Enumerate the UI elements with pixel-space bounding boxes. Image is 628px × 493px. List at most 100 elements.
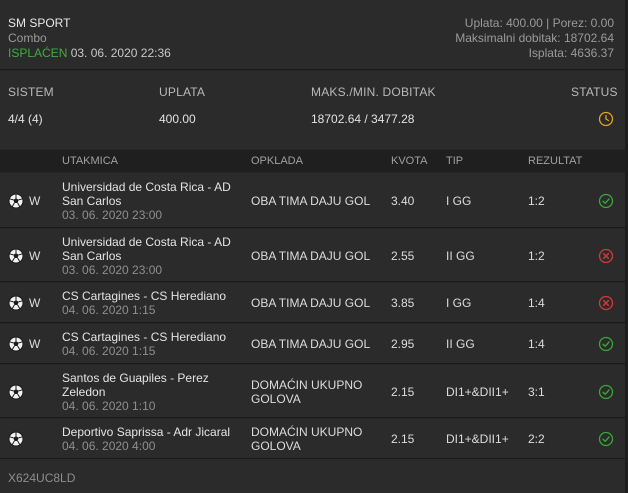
result-value: 1:4 [528, 337, 545, 351]
status-label: STATUS [571, 85, 618, 99]
win-value: 18702.64 / 3477.28 [311, 112, 415, 126]
ticket-summary: SISTEM UPLATA MAKS./MIN. DOBITAK STATUS … [0, 71, 628, 149]
check-circle-icon [598, 336, 614, 352]
match-row: W Universidad de Costa Rica - AD San Carlo… [0, 173, 628, 228]
match-cell: Universidad de Costa Rica - AD San Carlos… [62, 235, 242, 277]
ticket-datetime: 03. 06. 2020 22:36 [70, 46, 171, 60]
match-row: Deportivo Saprissa - Adr Jicaral 04. 06. … [0, 419, 628, 459]
match-cell: Deportivo Saprissa - Adr Jicaral 04. 06. … [62, 425, 242, 453]
soccer-ball-icon [8, 336, 24, 352]
ticket-header: SM SPORT Combo ISPLAĆEN 03. 06. 2020 22:… [0, 0, 628, 70]
tip-value: I GG [446, 193, 472, 208]
match-name-line2: San Carlos [62, 193, 122, 208]
odds-value: 3.40 [391, 193, 415, 208]
odds-value: 2.15 [391, 432, 415, 446]
soccer-ball-icon [8, 431, 24, 447]
match-row: W CS Cartagines - CS Herediano 04. 06. 202… [0, 283, 628, 323]
result-value: 1:2 [528, 193, 545, 208]
check-circle-icon [598, 384, 614, 400]
stake-tax-line: Uplata: 400.00 | Porez: 0.00 [464, 16, 614, 30]
match-cell: CS Cartagines - CS Herediano 04. 06. 2020… [62, 330, 242, 358]
x-circle-icon [598, 295, 614, 311]
col-result: REZULTAT [528, 155, 583, 167]
col-match: UTAKMICA [62, 155, 119, 167]
system-label: SISTEM [8, 85, 54, 99]
bet-cell: OBA TIMA DAJU GOL [251, 194, 370, 208]
match-date: 03. 06. 2020 23:00 [62, 207, 163, 222]
match-cell: CS Cartagines - CS Herediano 04. 06. 2020… [62, 289, 242, 317]
soccer-ball-icon [8, 193, 24, 209]
check-circle-icon [598, 193, 614, 209]
bet-line1: DOMAĆIN UKUPNO [251, 425, 363, 439]
system-value: 4/4 (4) [8, 112, 43, 126]
match-name-line1: Santos de Guapiles - Perez [62, 370, 209, 385]
w-flag: W [29, 337, 41, 351]
stake-label: UPLATA [159, 85, 206, 99]
bet-line1: OBA TIMA DAJU GOL [251, 193, 371, 208]
payout-line: Isplata: 4636.37 [528, 46, 614, 60]
odds-value: 2.55 [391, 248, 415, 263]
bet-line1: OBA TIMA DAJU GOL [251, 337, 371, 351]
col-odds: KVOTA [391, 155, 428, 167]
table-header: UTAKMICA OPKLADA KVOTA TIP REZULTAT [0, 150, 628, 172]
col-bet: OPKLADA [251, 155, 303, 167]
ticket-footer: X624UC8LD [0, 459, 628, 493]
match-date: 04. 06. 2020 1:15 [62, 344, 156, 358]
match-name-line2: Zeledon [62, 384, 106, 399]
bet-line1: DOMAĆIN UKUPNO [251, 377, 363, 392]
bet-line2: GOLOVA [251, 391, 301, 406]
match-date: 04. 06. 2020 1:15 [62, 303, 156, 317]
match-name-line1: Universidad de Costa Rica - AD [62, 179, 231, 194]
col-tip: TIP [446, 155, 464, 167]
match-row: W CS Cartagines - CS Herediano 04. 06. 202… [0, 324, 628, 364]
soccer-ball-icon [8, 384, 24, 400]
w-flag: W [29, 296, 41, 310]
match-cell: Santos de Guapiles - Perez Zeledon 04. 06.… [62, 371, 242, 413]
bet-cell: OBA TIMA DAJU GOL [251, 296, 370, 310]
match-date: 03. 06. 2020 23:00 [62, 262, 163, 277]
max-win-line: Maksimalni dobitak: 18702.64 [455, 31, 614, 45]
ticket-type: Combo [8, 31, 47, 45]
w-flag: W [29, 193, 41, 208]
bet-cell: DOMAĆIN UKUPNO GOLOVA [251, 425, 362, 453]
win-label: MAKS./MIN. DOBITAK [311, 85, 436, 99]
ticket-code: X624UC8LD [8, 471, 76, 485]
tip-value: II GG [446, 248, 475, 263]
match-date: 04. 06. 2020 1:10 [62, 398, 156, 413]
match-row: Santos de Guapiles - Perez Zeledon 04. 06.… [0, 365, 628, 418]
paid-status: ISPLAĆEN [8, 46, 68, 60]
result-value: 2:2 [528, 432, 545, 446]
result-value: 1:4 [528, 296, 545, 310]
match-name-line1: Universidad de Costa Rica - AD [62, 234, 231, 249]
bet-line1: OBA TIMA DAJU GOL [251, 296, 371, 310]
odds-value: 2.15 [391, 384, 415, 399]
w-flag: W [29, 248, 41, 263]
bet-cell: DOMAĆIN UKUPNO GOLOVA [251, 378, 362, 406]
match-cell: Universidad de Costa Rica - AD San Carlos… [62, 180, 242, 222]
tip-value: DI1+&DII1+ [446, 432, 509, 446]
bet-cell: OBA TIMA DAJU GOL [251, 249, 370, 263]
clock-icon [598, 111, 614, 127]
tip-value: II GG [446, 337, 475, 351]
result-value: 1:2 [528, 248, 545, 263]
match-name-line1: CS Cartagines - CS Herediano [62, 289, 227, 303]
bet-line2: GOLOVA [251, 439, 301, 453]
stake-value: 400.00 [159, 112, 196, 126]
match-date: 04. 06. 2020 4:00 [62, 439, 156, 453]
sport-title: SM SPORT [8, 16, 71, 30]
odds-value: 2.95 [391, 337, 415, 351]
bet-line1: OBA TIMA DAJU GOL [251, 248, 371, 263]
match-name-line2: San Carlos [62, 248, 122, 263]
odds-value: 3.85 [391, 296, 415, 310]
check-circle-icon [598, 431, 614, 447]
tip-value: DI1+&DII1+ [446, 384, 509, 399]
tip-value: I GG [446, 296, 472, 310]
match-name-line1: CS Cartagines - CS Herediano [62, 330, 227, 344]
x-circle-icon [598, 248, 614, 264]
result-value: 3:1 [528, 384, 545, 399]
soccer-ball-icon [8, 295, 24, 311]
match-name-line1: Deportivo Saprissa - Adr Jicaral [62, 425, 231, 439]
match-row: W Universidad de Costa Rica - AD San Carlo… [0, 229, 628, 282]
soccer-ball-icon [8, 248, 24, 264]
bet-cell: OBA TIMA DAJU GOL [251, 337, 370, 351]
